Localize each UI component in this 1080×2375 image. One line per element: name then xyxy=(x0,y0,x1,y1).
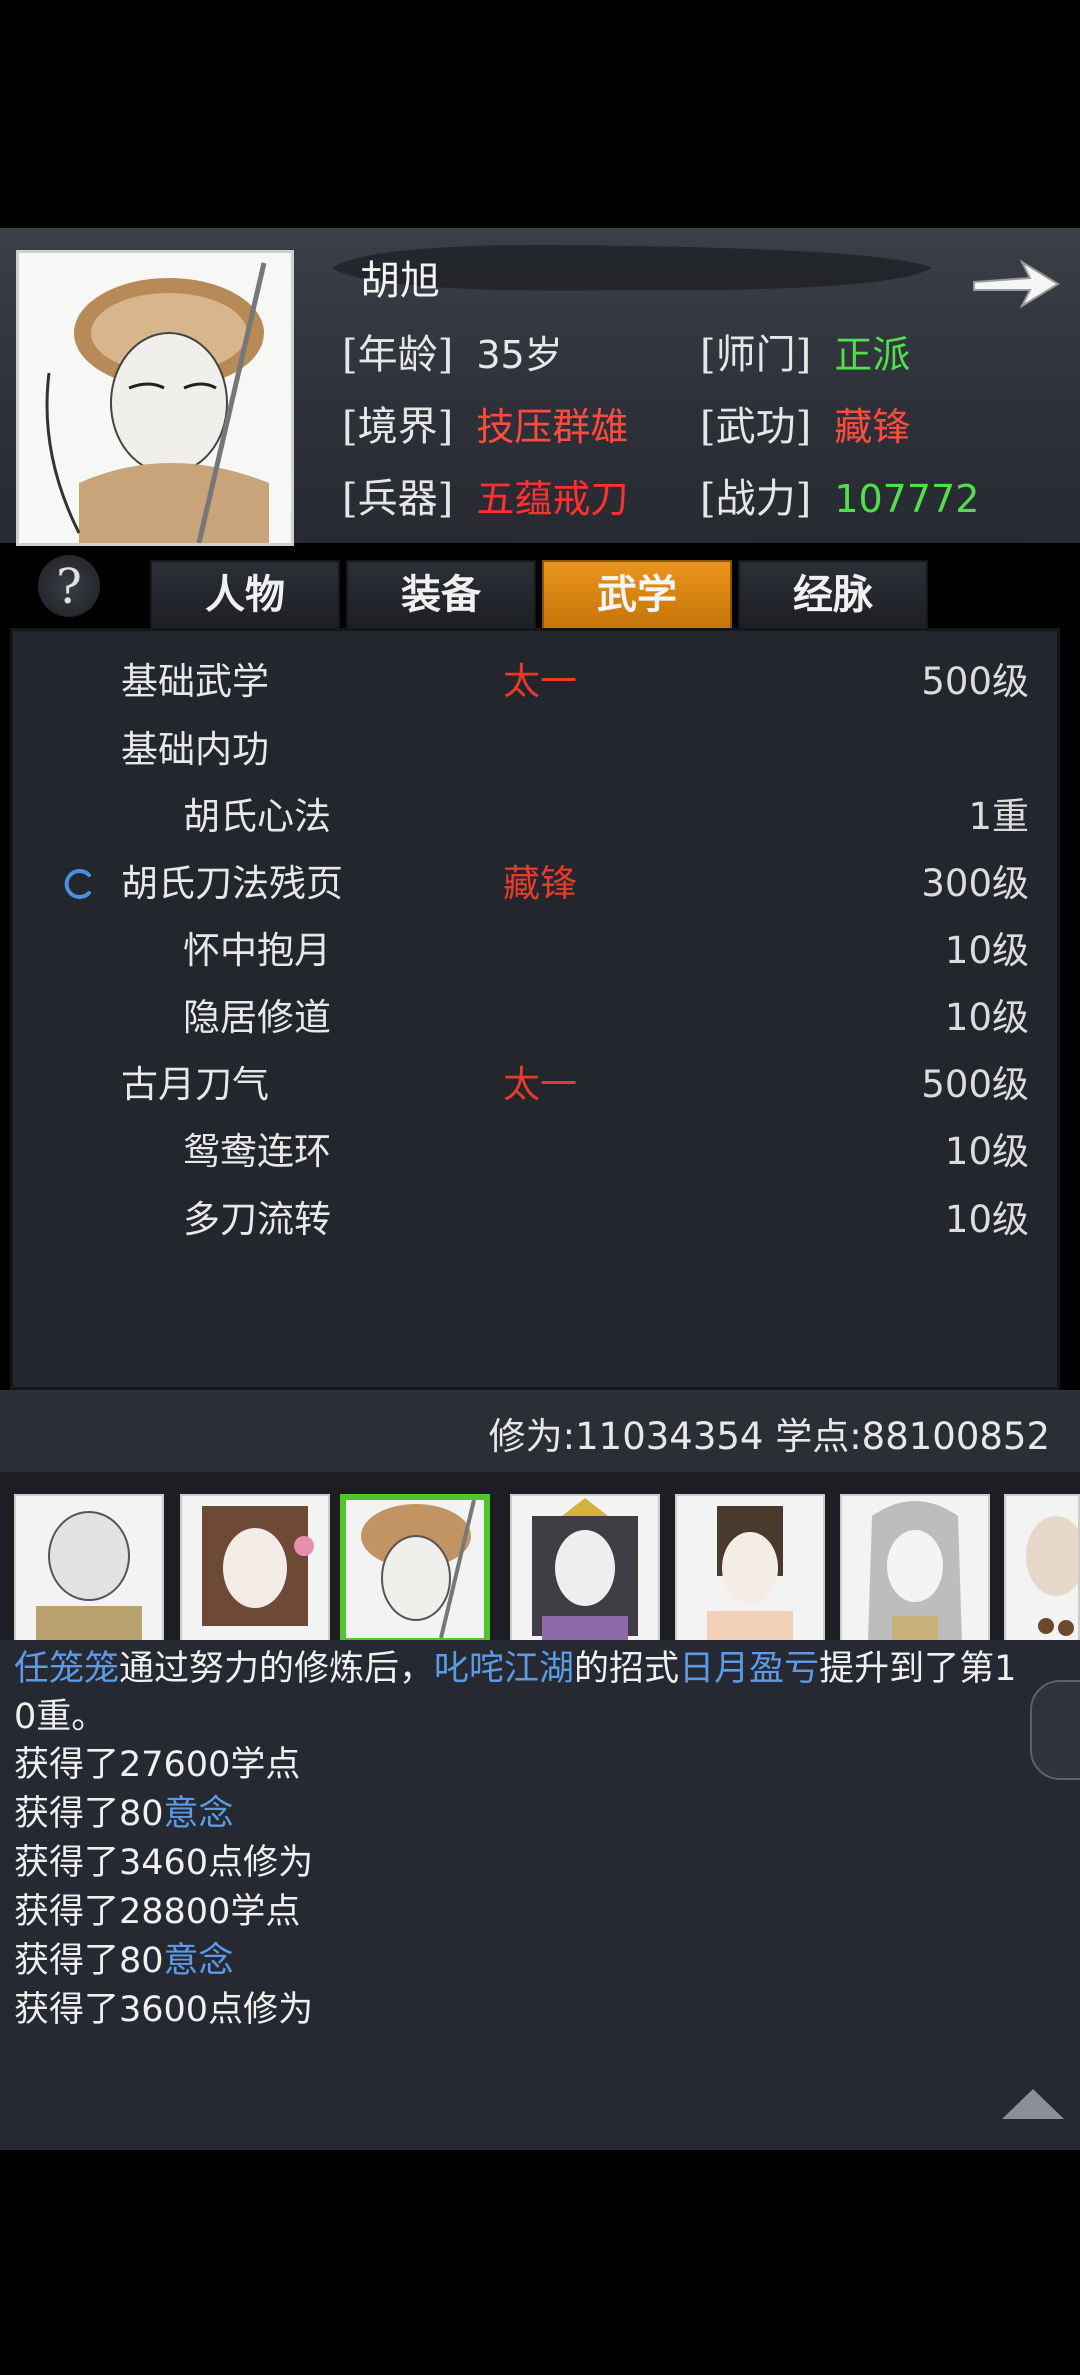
log-line: 获得了28800学点 xyxy=(14,1892,301,1932)
skill-row[interactable]: 隐居修道 10级 xyxy=(13,985,1053,1051)
log-line: 任笼笼通过努力的修炼后，叱咤江湖的招式日月盈亏提升到了第1 xyxy=(14,1649,1017,1689)
question-icon: ? xyxy=(56,559,82,615)
stat-power: [战力] 107772 xyxy=(700,476,980,522)
arrow-right-icon xyxy=(973,259,1060,309)
character-portrait[interactable] xyxy=(16,250,294,546)
roster-avatar[interactable] xyxy=(675,1494,825,1644)
stat-weapon: [兵器] 五蕴戒刀 xyxy=(342,476,629,522)
log-line: 获得了80意念 xyxy=(14,1794,234,1834)
stat-sect: [师门] 正派 xyxy=(700,332,911,378)
character-roster xyxy=(0,1472,1080,1652)
stat-realm: [境界] 技压群雄 xyxy=(342,404,629,450)
character-panel: 胡旭 [年龄] 35岁 [师门] 正派 [境界] 技压群雄 [武功] 藏锋 [兵… xyxy=(0,228,1080,546)
roster-avatar[interactable] xyxy=(510,1494,660,1644)
roster-avatar[interactable] xyxy=(14,1494,164,1644)
skill-row[interactable]: 胡氏刀法残页 藏锋 300级 xyxy=(13,851,1053,917)
skill-row[interactable]: 基础内功 xyxy=(13,717,1053,783)
help-button[interactable]: ? xyxy=(38,555,100,617)
scroll-up-icon[interactable] xyxy=(1000,2085,1066,2121)
character-name: 胡旭 xyxy=(360,258,440,304)
svg-text:?: ? xyxy=(56,559,82,615)
skill-list: 基础武学 太一 500级 基础内功 胡氏心法 1重 胡氏刀法残页 藏锋 300级… xyxy=(10,628,1060,1390)
skill-row[interactable]: 胡氏心法 1重 xyxy=(13,784,1053,850)
log-line: 0重。 xyxy=(14,1697,107,1737)
next-arrow-button[interactable] xyxy=(968,248,1064,320)
stat-age: [年龄] 35岁 xyxy=(342,332,563,378)
log-line: 获得了3600点修为 xyxy=(14,1990,314,2030)
skill-row[interactable]: 怀中抱月 10级 xyxy=(13,918,1053,984)
roster-avatar[interactable] xyxy=(840,1494,990,1644)
roster-avatar[interactable] xyxy=(180,1494,330,1644)
side-menu-button[interactable] xyxy=(1030,1680,1080,1780)
skill-row[interactable]: 基础武学 太一 500级 xyxy=(13,649,1053,715)
tab-meridians[interactable]: 经脉 xyxy=(738,560,928,630)
log-line: 获得了27600学点 xyxy=(14,1745,301,1785)
stat-martial: [武功] 藏锋 xyxy=(700,404,911,450)
summary-text: 修为:11034354 学点:88100852 xyxy=(488,1415,1050,1458)
skill-row[interactable]: 多刀流转 10级 xyxy=(13,1187,1053,1253)
tab-martial-arts[interactable]: 武学 xyxy=(542,560,732,630)
tab-equipment[interactable]: 装备 xyxy=(346,560,536,630)
cultivation-summary: 修为:11034354 学点:88100852 xyxy=(0,1390,1080,1472)
log-line: 获得了3460点修为 xyxy=(14,1843,314,1883)
roster-avatar[interactable] xyxy=(1004,1494,1080,1644)
event-log: 任笼笼通过努力的修炼后，叱咤江湖的招式日月盈亏提升到了第1 0重。 获得了276… xyxy=(0,1640,1080,2150)
tab-character[interactable]: 人物 xyxy=(150,560,340,630)
log-line: 获得了80意念 xyxy=(14,1941,234,1981)
skill-row[interactable]: 古月刀气 太一 500级 xyxy=(13,1052,1053,1118)
roster-avatar-selected[interactable] xyxy=(340,1494,490,1644)
loading-icon xyxy=(64,869,91,899)
skill-row[interactable]: 鸳鸯连环 10级 xyxy=(13,1119,1053,1185)
